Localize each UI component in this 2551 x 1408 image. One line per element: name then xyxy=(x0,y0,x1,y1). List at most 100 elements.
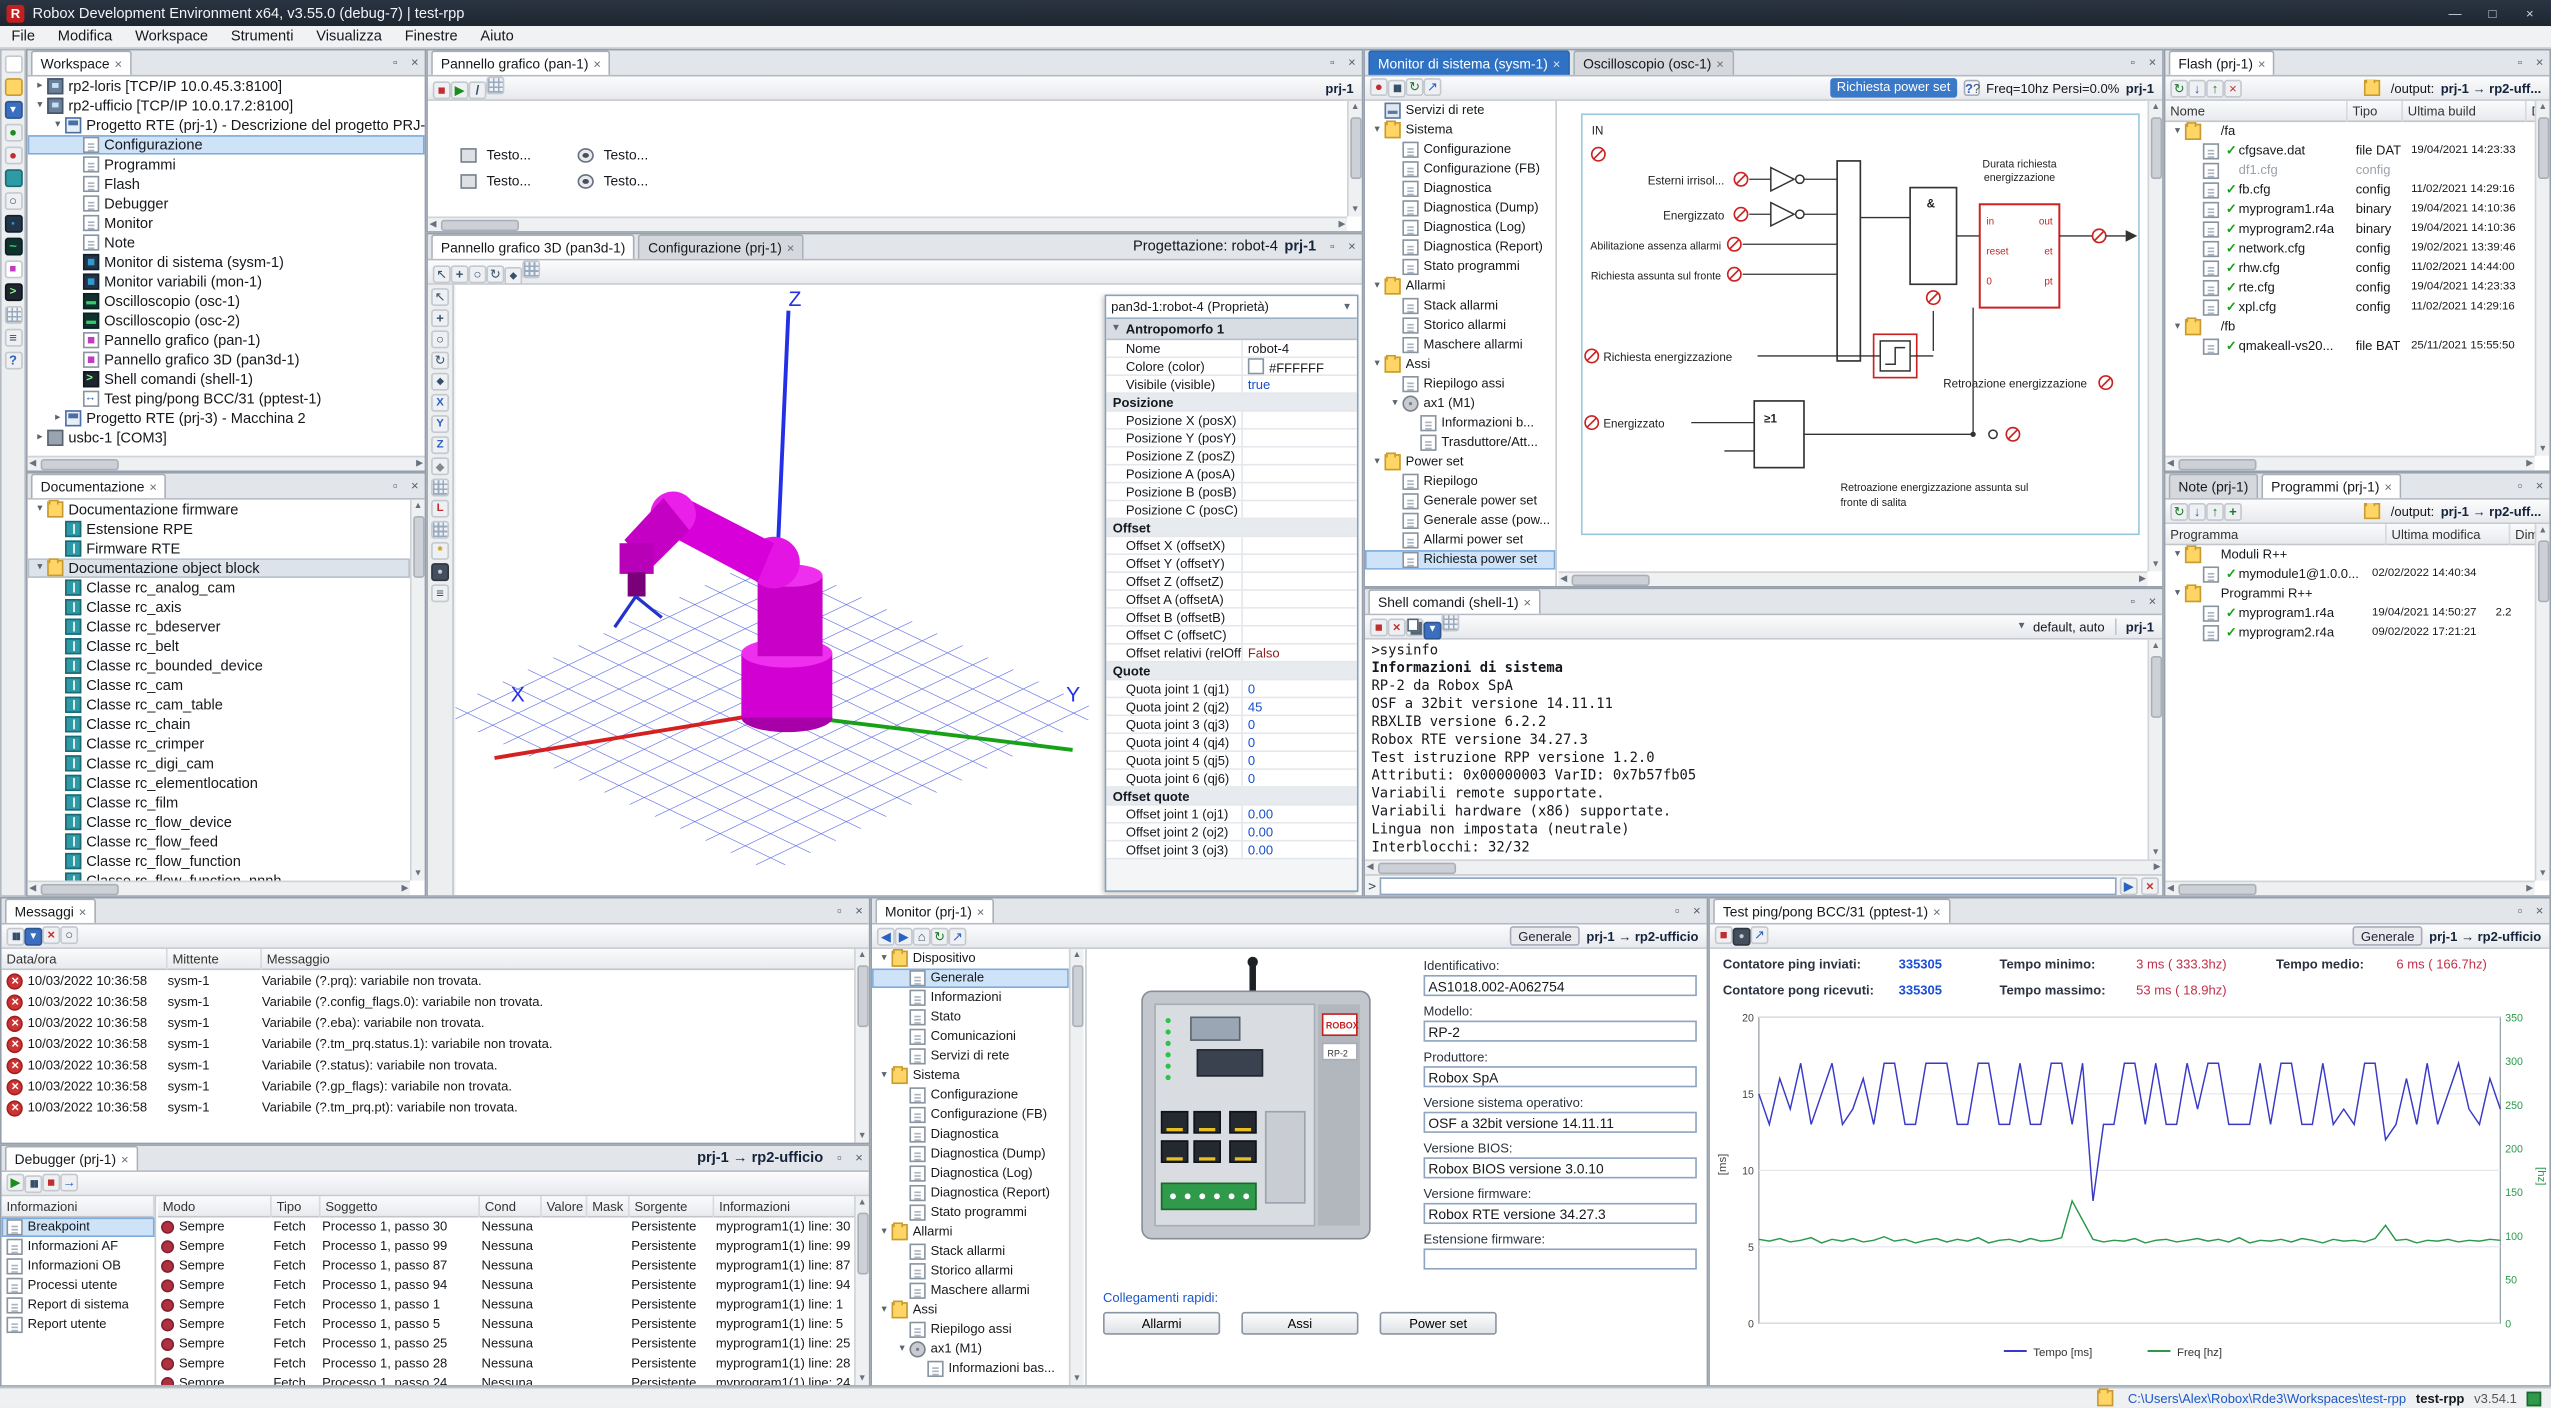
expander-icon[interactable]: ▾ xyxy=(877,1301,892,1321)
tree-item[interactable]: ▾Allarmi xyxy=(1365,277,1555,297)
breakpoint-row[interactable]: SempreFetchProcesso 1, passo 87NessunaPe… xyxy=(158,1257,854,1277)
property-row[interactable]: Quota joint 3 (qj3)0 xyxy=(1106,716,1357,734)
tree-item[interactable]: ▾rp2-ufficio [TCP/IP 10.0.17.2:8100] xyxy=(28,96,425,116)
close-icon[interactable]: × xyxy=(2530,50,2550,74)
upload-icon[interactable] xyxy=(2206,79,2224,97)
fit-icon[interactable] xyxy=(504,266,522,284)
tree-item[interactable]: Servizi di rete xyxy=(872,1047,1069,1067)
quick-link-button[interactable]: Allarmi xyxy=(1103,1312,1220,1335)
fit-icon[interactable] xyxy=(431,373,449,391)
refresh-icon[interactable] xyxy=(2170,79,2188,97)
float-icon[interactable]: ▫ xyxy=(830,898,850,922)
tree-item[interactable]: Stato programmi xyxy=(872,1203,1069,1223)
tree-item[interactable]: Configurazione xyxy=(1365,140,1555,160)
breakpoint-row[interactable]: SempreFetchProcesso 1, passo 24NessunaPe… xyxy=(158,1374,854,1385)
menu-item[interactable]: Finestre xyxy=(393,26,469,47)
graphic-item[interactable]: Testo... xyxy=(460,146,577,162)
float-icon[interactable]: ▫ xyxy=(386,50,406,74)
tree-item[interactable]: Classe rc_digi_cam xyxy=(28,754,410,774)
export-icon[interactable] xyxy=(1424,78,1442,96)
tree-item[interactable]: Classe rc_chain xyxy=(28,715,410,735)
tree-item[interactable]: Maschere allarmi xyxy=(872,1281,1069,1301)
flash-row[interactable]: df1.cfgconfig xyxy=(2165,161,2534,181)
tab-close-icon[interactable]: × xyxy=(1716,56,1724,72)
flash-row[interactable]: ✓rte.cfgconfig19/04/2021 14:23:33 xyxy=(2165,278,2534,298)
refresh-icon[interactable] xyxy=(2170,502,2188,520)
expander-icon[interactable]: ▾ xyxy=(33,558,48,578)
tab-pan1[interactable]: Pannello grafico (pan-1)× xyxy=(431,50,611,74)
tree-item[interactable]: Generale asse (pow... xyxy=(1365,511,1555,531)
property-row[interactable]: Quota joint 1 (qj1)0 xyxy=(1106,680,1357,698)
tree-item[interactable]: ▾Assi xyxy=(1365,355,1555,375)
axes-icon[interactable] xyxy=(431,500,449,518)
field-value[interactable] xyxy=(1424,1248,1697,1269)
search-icon[interactable] xyxy=(4,192,22,210)
step-icon[interactable] xyxy=(60,1174,78,1192)
stop-icon[interactable] xyxy=(42,1174,60,1192)
column-header[interactable]: Ultima build xyxy=(2403,101,2527,121)
expander-icon[interactable]: ▸ xyxy=(33,428,48,448)
tree-item[interactable]: Generale xyxy=(872,968,1069,988)
column-header[interactable]: Mittente xyxy=(168,949,262,969)
tab-close-icon[interactable]: × xyxy=(149,479,157,495)
tree-item[interactable]: Pannello grafico 3D (pan3d-1) xyxy=(28,350,425,370)
refresh-icon[interactable] xyxy=(931,927,949,945)
tree-item[interactable]: ▸usbc-1 [COM3] xyxy=(28,428,425,448)
tree-item[interactable]: Diagnostica (Dump) xyxy=(1365,199,1555,219)
expander-icon[interactable]: ▾ xyxy=(2170,545,2185,565)
column-header[interactable]: Ultima modifica xyxy=(2387,524,2511,544)
tab-close-icon[interactable]: × xyxy=(977,904,985,920)
column-header[interactable]: Mask xyxy=(587,1196,629,1216)
tree-item[interactable]: ▾Documentazione firmware xyxy=(28,500,410,520)
breakpoint-row[interactable]: SempreFetchProcesso 1, passo 30NessunaPe… xyxy=(158,1218,854,1238)
property-row[interactable]: Offset xyxy=(1106,519,1357,537)
tree-item[interactable]: Servizi di rete xyxy=(1365,101,1555,121)
copy-icon[interactable] xyxy=(1406,618,1424,636)
vertical-scrollbar[interactable]: ▲▼ xyxy=(1069,949,1084,1385)
add-icon[interactable] xyxy=(2224,502,2242,520)
float-icon[interactable]: ▫ xyxy=(1668,898,1688,922)
upload-icon[interactable] xyxy=(2206,502,2224,520)
property-row[interactable]: Posizione Y (posY) xyxy=(1106,430,1357,448)
settings-icon[interactable] xyxy=(431,584,449,602)
property-row[interactable]: Offset quote xyxy=(1106,788,1357,806)
flash-row[interactable]: ✓cfgsave.datfile DAT19/04/2021 14:23:33 xyxy=(2165,142,2534,162)
message-row[interactable]: 10/03/2022 10:36:58sysm-1Variabile (?.tm… xyxy=(2,1097,854,1118)
tab-close-icon[interactable]: × xyxy=(2384,479,2392,495)
flash-row[interactable]: ✓network.cfgconfig19/02/2021 13:39:46 xyxy=(2165,239,2534,259)
tree-item[interactable]: Classe rc_elementlocation xyxy=(28,773,410,793)
help-icon[interactable] xyxy=(4,352,22,370)
tree-item[interactable]: ▾Power set xyxy=(1365,453,1555,473)
property-value[interactable] xyxy=(1243,627,1357,643)
property-row[interactable]: Offset relativi (relOff)Falso xyxy=(1106,645,1357,663)
tab-workspace[interactable]: Workspace× xyxy=(31,50,132,74)
property-row[interactable]: Offset Y (offsetY) xyxy=(1106,555,1357,573)
expander-icon[interactable]: ▸ xyxy=(50,409,65,429)
expander-icon[interactable]: ▾ xyxy=(1370,277,1385,297)
tree-item[interactable]: Shell comandi (shell-1) xyxy=(28,369,425,389)
flash-row[interactable]: ✓qmakeall-vs20...file BAT25/11/2021 15:5… xyxy=(2165,337,2534,357)
tree-item[interactable]: Monitor xyxy=(28,213,425,233)
program-row[interactable]: ✓myprogram1.r4a19/04/2021 14:50:272.2 xyxy=(2165,604,2534,624)
run-icon[interactable] xyxy=(7,1174,25,1192)
property-value[interactable] xyxy=(1243,591,1357,607)
record-icon[interactable] xyxy=(1370,78,1388,96)
rotate-icon[interactable] xyxy=(431,352,449,370)
monitor-icon[interactable] xyxy=(4,215,22,233)
program-row[interactable]: ▾Moduli R++ xyxy=(2165,545,2534,565)
tab-monitor[interactable]: Monitor (prj-1)× xyxy=(875,898,994,922)
vertical-scrollbar[interactable]: ▲▼ xyxy=(2148,640,2163,860)
property-row[interactable]: Posizione Z (posZ) xyxy=(1106,448,1357,466)
open-icon[interactable] xyxy=(4,78,22,96)
send-icon[interactable] xyxy=(2120,877,2138,895)
program-row[interactable]: ✓myprogram2.r4a09/02/2022 17:21:21 xyxy=(2165,623,2534,643)
float-icon[interactable]: ▫ xyxy=(2123,589,2143,613)
property-value[interactable]: 0 xyxy=(1243,716,1357,732)
field-value[interactable]: Robox RTE versione 34.27.3 xyxy=(1424,1203,1697,1224)
float-icon[interactable]: ▫ xyxy=(2510,898,2530,922)
column-header[interactable]: Tipo xyxy=(2348,101,2403,121)
tree-item[interactable]: ▸rp2-loris [TCP/IP 10.0.45.3:8100] xyxy=(28,77,425,97)
tab-close-icon[interactable]: × xyxy=(121,1152,129,1168)
wireframe-icon[interactable] xyxy=(431,521,449,539)
tree-item[interactable]: Oscilloscopio (osc-2) xyxy=(28,311,425,331)
